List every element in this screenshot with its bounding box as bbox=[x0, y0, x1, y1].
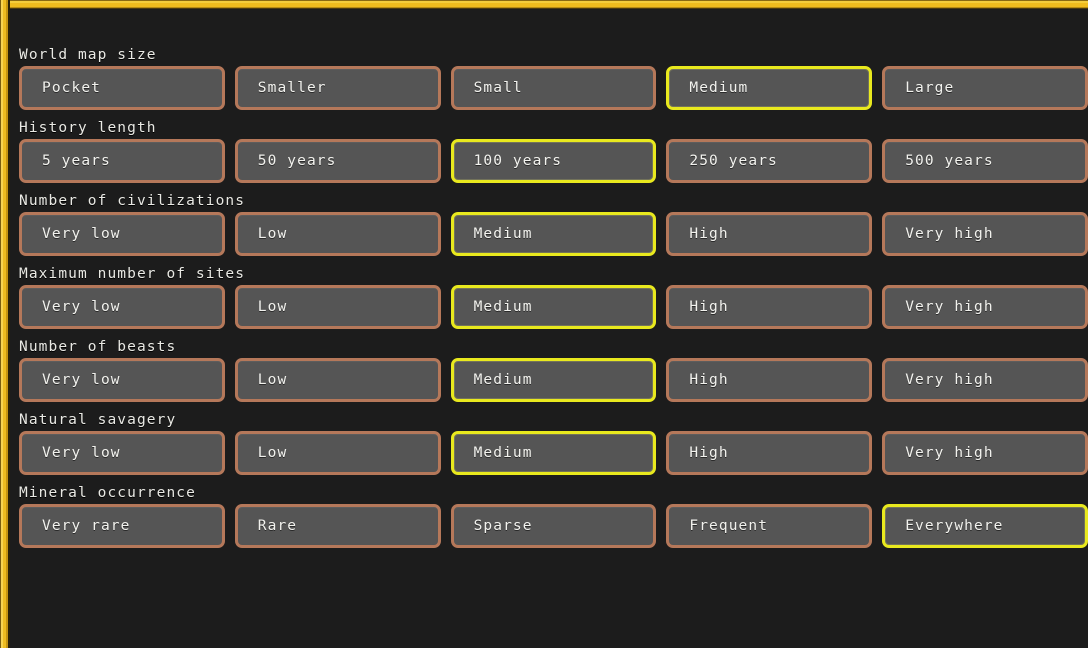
option-button-label: Frequent bbox=[689, 518, 769, 534]
option-button-world-map-size-pocket[interactable]: Pocket bbox=[19, 66, 225, 110]
option-button-number-of-civilizations-very-high[interactable]: Very high bbox=[882, 212, 1088, 256]
option-button-world-map-size-small[interactable]: Small bbox=[450, 66, 657, 110]
option-button-history-length-250-years[interactable]: 250 years bbox=[666, 139, 873, 183]
option-button-maximum-number-of-sites-very-low[interactable]: Very low bbox=[19, 285, 225, 329]
option-row: 5 years 50 years 100 years 250 years 500 yea… bbox=[19, 139, 1088, 183]
option-group-maximum-number-of-sites: Maximum number of sites Very low Low Medium… bbox=[19, 266, 1088, 329]
option-button-label: Low bbox=[257, 445, 288, 461]
option-button-label: High bbox=[689, 226, 729, 242]
option-button-natural-savagery-very-low[interactable]: Very low bbox=[19, 431, 225, 475]
option-button-natural-savagery-very-high[interactable]: Very high bbox=[882, 431, 1088, 475]
option-button-mineral-occurrence-everywhere[interactable]: Everywhere bbox=[882, 504, 1088, 548]
option-row: Very low Low Medium High Very high bbox=[19, 431, 1088, 475]
window-frame-left-border bbox=[0, 0, 10, 648]
option-button-label: High bbox=[689, 299, 729, 315]
option-group-natural-savagery: Natural savagery Very low Low Medium High Ver… bbox=[19, 412, 1088, 475]
option-button-number-of-beasts-very-low[interactable]: Very low bbox=[19, 358, 225, 402]
option-button-label: Medium bbox=[473, 299, 533, 315]
option-button-mineral-occurrence-sparse[interactable]: Sparse bbox=[450, 504, 657, 548]
option-button-label: 50 years bbox=[257, 153, 337, 169]
option-button-world-map-size-medium[interactable]: Medium bbox=[666, 66, 873, 110]
option-button-label: Very high bbox=[905, 445, 994, 461]
option-group-label: Mineral occurrence bbox=[19, 485, 196, 501]
option-button-label: Very high bbox=[905, 226, 994, 242]
option-row: Very low Low Medium High Very high bbox=[19, 358, 1088, 402]
option-group-label: World map size bbox=[19, 47, 157, 63]
option-button-number-of-civilizations-medium[interactable]: Medium bbox=[450, 212, 657, 256]
option-button-label: 250 years bbox=[689, 153, 778, 169]
option-button-maximum-number-of-sites-low[interactable]: Low bbox=[234, 285, 441, 329]
option-button-label: Sparse bbox=[473, 518, 533, 534]
option-button-label: Small bbox=[473, 80, 523, 96]
option-group-mineral-occurrence: Mineral occurrence Very rare Rare Sparse Fre… bbox=[19, 485, 1088, 548]
option-button-mineral-occurrence-frequent[interactable]: Frequent bbox=[666, 504, 873, 548]
option-button-label: Low bbox=[257, 226, 288, 242]
window-frame-top-border bbox=[0, 0, 1088, 9]
option-button-label: Low bbox=[257, 299, 288, 315]
option-button-label: High bbox=[689, 372, 729, 388]
option-button-label: Medium bbox=[689, 80, 749, 96]
option-button-history-length-5-years[interactable]: 5 years bbox=[19, 139, 225, 183]
option-button-label: Everywhere bbox=[905, 518, 1004, 534]
option-group-label: Number of beasts bbox=[19, 339, 177, 355]
option-button-maximum-number-of-sites-high[interactable]: High bbox=[666, 285, 873, 329]
option-group-world-map-size: World map size Pocket Smaller Small Medium La… bbox=[19, 47, 1088, 110]
option-button-natural-savagery-medium[interactable]: Medium bbox=[450, 431, 657, 475]
option-row: Very low Low Medium High Very high bbox=[19, 212, 1088, 256]
option-button-label: 100 years bbox=[473, 153, 563, 169]
option-group-label: Number of civilizations bbox=[19, 193, 246, 209]
option-button-label: High bbox=[689, 445, 729, 461]
option-button-label: Pocket bbox=[42, 80, 101, 96]
option-button-maximum-number-of-sites-very-high[interactable]: Very high bbox=[882, 285, 1088, 329]
option-button-history-length-100-years[interactable]: 100 years bbox=[450, 139, 657, 183]
option-button-label: Large bbox=[905, 80, 955, 96]
option-button-number-of-civilizations-low[interactable]: Low bbox=[234, 212, 441, 256]
option-button-number-of-civilizations-very-low[interactable]: Very low bbox=[19, 212, 225, 256]
option-button-label: Medium bbox=[473, 445, 533, 461]
option-button-label: Very low bbox=[42, 299, 121, 315]
option-button-label: Very high bbox=[905, 299, 994, 315]
option-button-mineral-occurrence-rare[interactable]: Rare bbox=[234, 504, 441, 548]
option-button-maximum-number-of-sites-medium[interactable]: Medium bbox=[450, 285, 657, 329]
option-group-label: Natural savagery bbox=[19, 412, 177, 428]
option-button-label: Medium bbox=[473, 372, 533, 388]
option-button-natural-savagery-high[interactable]: High bbox=[666, 431, 873, 475]
option-button-label: Very high bbox=[905, 372, 994, 388]
option-button-label: Rare bbox=[257, 518, 298, 534]
option-row: Very rare Rare Sparse Frequent Everywhere bbox=[19, 504, 1088, 548]
option-button-label: Very low bbox=[42, 445, 121, 461]
option-button-history-length-50-years[interactable]: 50 years bbox=[234, 139, 441, 183]
option-button-history-length-500-years[interactable]: 500 years bbox=[882, 139, 1088, 183]
option-button-label: Very low bbox=[42, 372, 121, 388]
option-group-number-of-civilizations: Number of civilizations Very low Low Medium… bbox=[19, 193, 1088, 256]
option-button-number-of-civilizations-high[interactable]: High bbox=[666, 212, 873, 256]
option-button-label: 5 years bbox=[42, 153, 111, 169]
option-group-label: Maximum number of sites bbox=[19, 266, 246, 282]
option-group-history-length: History length 5 years 50 years 100 years 25… bbox=[19, 120, 1088, 183]
option-button-world-map-size-large[interactable]: Large bbox=[882, 66, 1088, 110]
option-button-number-of-beasts-medium[interactable]: Medium bbox=[450, 358, 657, 402]
option-row: Very low Low Medium High Very high bbox=[19, 285, 1088, 329]
option-button-number-of-beasts-low[interactable]: Low bbox=[234, 358, 441, 402]
option-button-label: Very rare bbox=[42, 518, 131, 534]
option-button-label: Very low bbox=[42, 226, 121, 242]
option-button-label: Smaller bbox=[257, 80, 327, 96]
option-group-label: History length bbox=[19, 120, 157, 136]
option-button-label: Medium bbox=[473, 226, 533, 242]
option-button-label: 500 years bbox=[905, 153, 994, 169]
option-button-world-map-size-smaller[interactable]: Smaller bbox=[234, 66, 441, 110]
option-button-label: Low bbox=[257, 372, 288, 388]
option-button-number-of-beasts-very-high[interactable]: Very high bbox=[882, 358, 1088, 402]
option-row: Pocket Smaller Small Medium Large bbox=[19, 66, 1088, 110]
option-button-mineral-occurrence-very-rare[interactable]: Very rare bbox=[19, 504, 225, 548]
option-group-number-of-beasts: Number of beasts Very low Low Medium High Ver… bbox=[19, 339, 1088, 402]
worldgen-settings-panel: World map size Pocket Smaller Small Medium La… bbox=[10, 9, 1088, 648]
option-button-natural-savagery-low[interactable]: Low bbox=[234, 431, 441, 475]
option-button-number-of-beasts-high[interactable]: High bbox=[666, 358, 873, 402]
